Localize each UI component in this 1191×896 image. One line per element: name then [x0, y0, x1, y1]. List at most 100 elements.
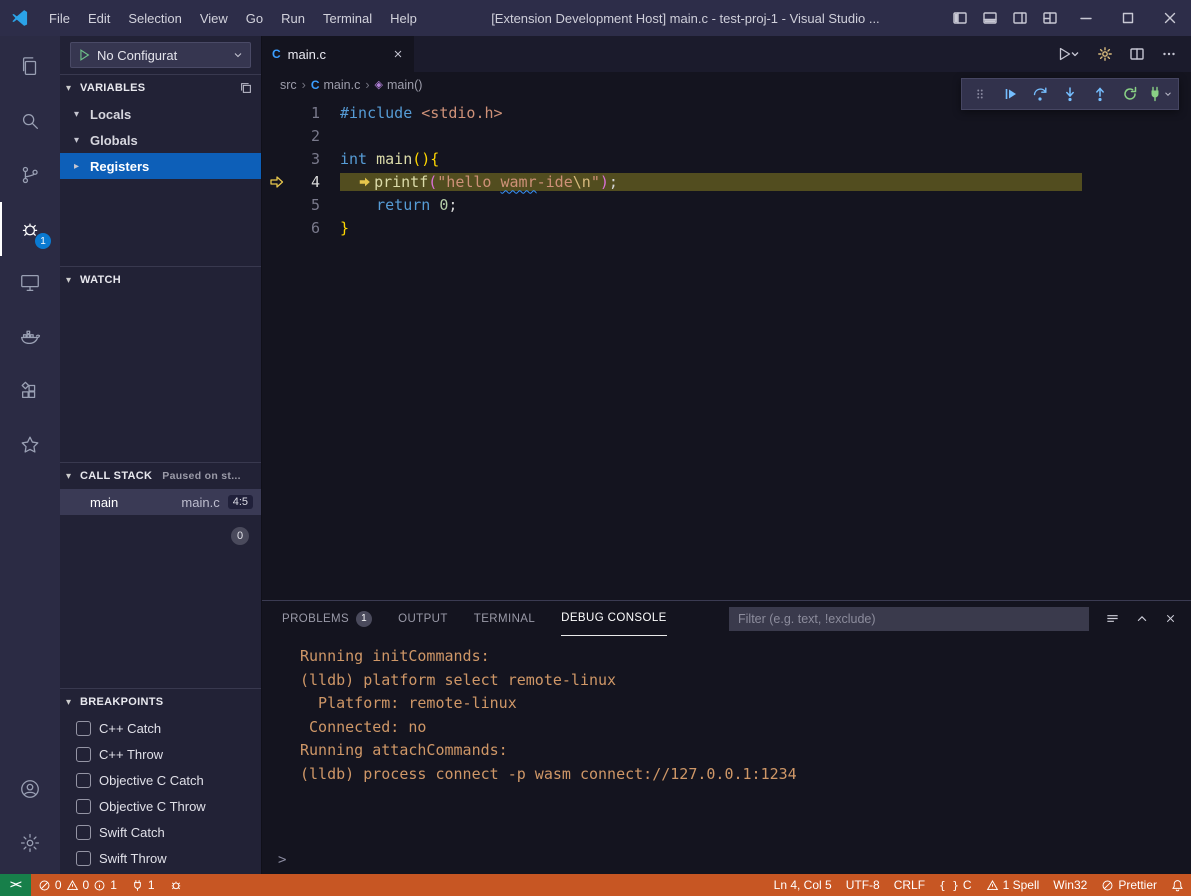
panel-tab-terminal[interactable]: TERMINAL: [474, 601, 535, 636]
breakpoint-checkbox[interactable]: [76, 721, 91, 736]
minimize-button[interactable]: [1065, 0, 1107, 36]
close-tab-icon[interactable]: [392, 48, 404, 60]
restart-button[interactable]: [1116, 80, 1144, 108]
split-editor-icon[interactable]: [1129, 46, 1145, 62]
breakpoints-header[interactable]: ▾ BREAKPOINTS: [60, 689, 261, 715]
console-filter-input[interactable]: [729, 607, 1089, 631]
debug-status[interactable]: [162, 874, 190, 896]
breakpoint-row[interactable]: Swift Throw: [60, 845, 261, 871]
customize-layout-button[interactable]: [1035, 0, 1065, 36]
remote-indicator[interactable]: ><: [0, 874, 31, 896]
breakpoint-checkbox[interactable]: [76, 851, 91, 866]
breakpoint-row[interactable]: Swift Catch: [60, 819, 261, 845]
start-debug-icon[interactable]: [77, 48, 91, 62]
menu-help[interactable]: Help: [381, 7, 426, 30]
activity-explorer[interactable]: [0, 40, 60, 94]
variable-scope-locals[interactable]: ▾Locals: [60, 101, 261, 127]
menu-run[interactable]: Run: [272, 7, 314, 30]
toggle-sidebar-button[interactable]: [945, 0, 975, 36]
toggle-panel-button[interactable]: [975, 0, 1005, 36]
activity-star[interactable]: [0, 418, 60, 472]
panel-tab-debug-console[interactable]: DEBUG CONSOLE: [561, 601, 667, 636]
breadcrumb-item[interactable]: src: [280, 78, 297, 92]
menu-view[interactable]: View: [191, 7, 237, 30]
lines-icon[interactable]: [1105, 611, 1120, 626]
step-over-button[interactable]: [1026, 80, 1054, 108]
encoding-status[interactable]: UTF-8: [839, 874, 887, 896]
breakpoint-checkbox[interactable]: [76, 799, 91, 814]
breakpoint-row[interactable]: Objective C Throw: [60, 793, 261, 819]
variable-scope-globals[interactable]: ▾Globals: [60, 127, 261, 153]
panel-tab-problems[interactable]: PROBLEMS1: [282, 601, 372, 636]
code-text[interactable]: return 0;: [340, 196, 457, 214]
activity-remote-explorer[interactable]: [0, 256, 60, 310]
continue-button[interactable]: [996, 80, 1024, 108]
panel-tab-output[interactable]: OUTPUT: [398, 601, 448, 636]
cursor-position[interactable]: Ln 4, Col 5: [767, 874, 839, 896]
code-text[interactable]: }: [340, 219, 349, 237]
ports-status[interactable]: 1: [124, 874, 162, 896]
more-icon[interactable]: [1161, 46, 1177, 62]
breakpoint-label: Objective C Catch: [99, 773, 204, 788]
console-prompt: >: [278, 852, 286, 868]
menu-edit[interactable]: Edit: [79, 7, 119, 30]
menu-terminal[interactable]: Terminal: [314, 7, 381, 30]
activity-search[interactable]: [0, 94, 60, 148]
step-out-button[interactable]: [1086, 80, 1114, 108]
platform-status[interactable]: Win32: [1046, 874, 1094, 896]
gripper-button[interactable]: [966, 80, 994, 108]
gear-icon[interactable]: [1097, 46, 1113, 62]
activity-account[interactable]: [0, 762, 60, 816]
call-stack-header[interactable]: ▾ CALL STACK Paused on st...: [60, 463, 261, 489]
breakpoint-row[interactable]: Objective C Catch: [60, 767, 261, 793]
breakpoint-checkbox[interactable]: [76, 825, 91, 840]
breakpoint-row[interactable]: C++ Throw: [60, 741, 261, 767]
variable-scope-registers[interactable]: ▸Registers: [60, 153, 261, 179]
code-text[interactable]: printf("hello wamr-ide\n");: [340, 173, 1082, 191]
maximize-button[interactable]: [1107, 0, 1149, 36]
collapse-all-icon[interactable]: [239, 81, 253, 95]
console-input-row[interactable]: >: [262, 846, 1191, 874]
watch-header[interactable]: ▾ WATCH: [60, 267, 261, 293]
activity-run-and-debug[interactable]: 1: [0, 202, 60, 256]
menu-go[interactable]: Go: [237, 7, 272, 30]
current-line-arrow-icon[interactable]: [262, 174, 292, 190]
disconnect-button[interactable]: [1146, 80, 1174, 108]
menu-file[interactable]: File: [40, 7, 79, 30]
stack-frame-row[interactable]: main main.c 4:5: [60, 489, 261, 515]
code-text[interactable]: int main(){: [340, 150, 439, 168]
tab-main-c[interactable]: C main.c: [262, 36, 414, 72]
bell-icon: [1171, 879, 1184, 892]
menu-selection[interactable]: Selection: [119, 7, 190, 30]
remote-explorer-icon: [19, 272, 41, 294]
scope-label: Globals: [90, 133, 138, 148]
problems-status[interactable]: 0 0 1: [31, 874, 124, 896]
run-dropdown-icon[interactable]: [1057, 46, 1081, 62]
close-button[interactable]: [1149, 0, 1191, 36]
notifications[interactable]: [1164, 874, 1191, 896]
step-out-icon: [1092, 86, 1108, 102]
chevron-down-icon: ▾: [74, 135, 90, 146]
breadcrumb-item[interactable]: ◈main(): [375, 78, 423, 92]
error-icon: [38, 879, 51, 892]
maximize-panel-icon[interactable]: [1135, 612, 1149, 626]
formatter-status[interactable]: Prettier: [1094, 874, 1164, 896]
activity-docker[interactable]: [0, 310, 60, 364]
activity-source-control[interactable]: [0, 148, 60, 202]
code-text[interactable]: #include <stdio.h>: [340, 104, 503, 122]
step-into-button[interactable]: [1056, 80, 1084, 108]
launch-config-dropdown[interactable]: No Configurat: [70, 42, 251, 68]
breakpoint-row[interactable]: C++ Catch: [60, 715, 261, 741]
breadcrumb-item[interactable]: Cmain.c: [311, 78, 361, 92]
activity-settings[interactable]: [0, 816, 60, 870]
toggle-secondary-sidebar-button[interactable]: [1005, 0, 1035, 36]
activity-extensions[interactable]: [0, 364, 60, 418]
spell-status[interactable]: 1 Spell: [979, 874, 1047, 896]
breakpoint-checkbox[interactable]: [76, 773, 91, 788]
breakpoint-checkbox[interactable]: [76, 747, 91, 762]
code-editor[interactable]: 1#include <stdio.h>23int main(){4 printf…: [262, 97, 1191, 600]
variables-header[interactable]: ▾ VARIABLES: [60, 75, 261, 101]
language-mode[interactable]: { } C: [932, 874, 979, 896]
eol-status[interactable]: CRLF: [887, 874, 932, 896]
close-panel-icon[interactable]: [1164, 612, 1177, 625]
